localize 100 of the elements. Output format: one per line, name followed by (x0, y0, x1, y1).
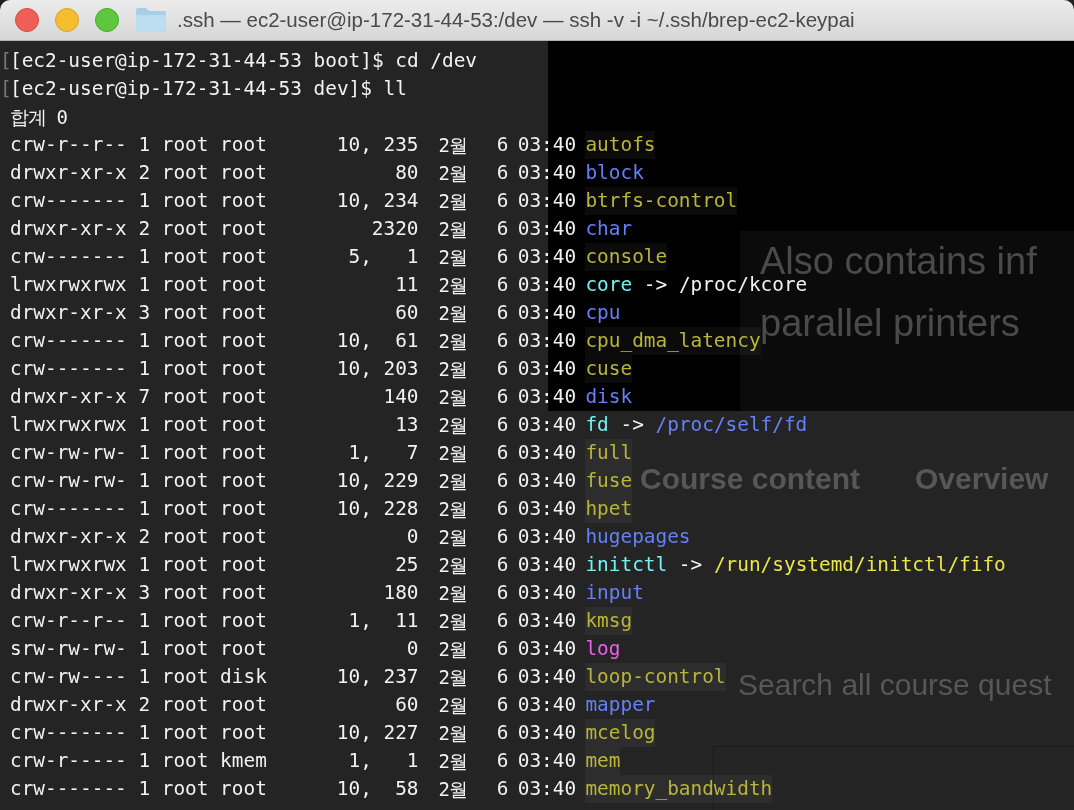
day-text: 6 (495, 552, 509, 578)
day-text: 6 (495, 664, 509, 690)
month-text: 2월 (438, 301, 467, 326)
link-target: /run/systemd/initctl/fifo (713, 552, 1006, 578)
shell-command: cd /dev (395, 48, 477, 74)
minimize-button[interactable] (55, 8, 79, 32)
time-text: 03:40 (517, 440, 577, 466)
file-name: initctl (585, 552, 668, 578)
size-text: 140 (382, 384, 419, 410)
permissions-text: crw-r----- (10, 748, 128, 774)
link-count: 1 (138, 552, 152, 578)
link-count: 1 (138, 776, 152, 802)
link-count: 1 (138, 496, 152, 522)
file-name: memory_bandwidth (585, 775, 773, 803)
day-text: 6 (495, 776, 509, 802)
month-text: 2월 (438, 469, 467, 494)
size-text: 60 (394, 692, 419, 718)
permissions-text: crw------- (10, 356, 128, 382)
month-text: 2월 (438, 665, 467, 690)
link-count: 1 (138, 720, 152, 746)
day-text: 6 (495, 412, 509, 438)
month-text: 2월 (438, 245, 467, 270)
day-text: 6 (495, 356, 509, 382)
file-name: btrfs-control (585, 187, 738, 215)
time-text: 03:40 (517, 636, 577, 662)
group-text: root (220, 384, 267, 410)
owner-text: root (161, 244, 210, 270)
file-name: autofs (585, 131, 656, 159)
link-count: 3 (138, 300, 152, 326)
time-text: 03:40 (517, 300, 577, 326)
permissions-text: drwxr-xr-x (10, 384, 128, 410)
permissions-text: crw------- (10, 720, 128, 746)
owner-text: root (161, 720, 210, 746)
group-text: root (220, 776, 267, 802)
file-name: mcelog (585, 719, 656, 747)
window-title: .ssh — ec2-user@ip-172-31-44-53:/dev — ssh -v -i ~/.ssh/brep-ec2-keypai (177, 8, 855, 32)
month-text: 2월 (438, 189, 467, 214)
day-text: 6 (495, 188, 509, 214)
group-text: root (220, 636, 267, 662)
permissions-text: crw------- (10, 328, 128, 354)
size-text: 0 (405, 636, 419, 662)
time-text: 03:40 (517, 244, 577, 270)
size-text: 80 (394, 160, 419, 186)
link-count: 1 (138, 132, 152, 158)
shell-command: ll (383, 76, 407, 102)
shell-prompt: [ec2-user@ip-172-31-44-53 dev]$ (10, 76, 372, 102)
group-text: root (220, 272, 267, 298)
month-text: 2월 (438, 329, 467, 354)
line-mark: [ (0, 48, 10, 74)
time-text: 03:40 (517, 188, 577, 214)
size-text: 13 (394, 412, 419, 438)
maximize-button[interactable] (95, 8, 119, 32)
close-button[interactable] (15, 8, 39, 32)
permissions-text: crw-rw-rw- (10, 468, 128, 494)
group-text: root (220, 188, 267, 214)
file-name: hpet (585, 495, 633, 523)
owner-text: root (161, 748, 210, 774)
owner-text: root (161, 580, 210, 606)
day-text: 6 (495, 496, 509, 522)
permissions-text: crw------- (10, 244, 128, 270)
permissions-text: drwxr-xr-x (10, 692, 128, 718)
line-mark: [ (0, 76, 10, 102)
permissions-text: lrwxrwxrwx (10, 272, 128, 298)
file-name: cpu (585, 300, 621, 326)
file-name: input (585, 580, 644, 606)
group-text: root (220, 160, 267, 186)
day-text: 6 (495, 132, 509, 158)
time-text: 03:40 (517, 664, 577, 690)
owner-text: root (161, 440, 210, 466)
link-count: 1 (138, 636, 152, 662)
link-count: 2 (138, 524, 152, 550)
owner-text: root (161, 664, 210, 690)
time-text: 03:40 (517, 608, 577, 634)
time-text: 03:40 (517, 328, 577, 354)
size-text: 0 (405, 524, 419, 550)
file-name: cuse (585, 355, 633, 383)
size-text: 10, 235 (335, 132, 419, 158)
time-text: 03:40 (517, 412, 577, 438)
owner-text: root (161, 356, 210, 382)
month-text: 2월 (438, 553, 467, 578)
owner-text: root (161, 300, 210, 326)
owner-text: root (161, 608, 210, 634)
day-text: 6 (495, 440, 509, 466)
time-text: 03:40 (517, 524, 577, 550)
group-text: root (220, 244, 267, 270)
month-text: 2월 (438, 637, 467, 662)
permissions-text: drwxr-xr-x (10, 300, 128, 326)
size-text: 10, 203 (335, 356, 419, 382)
month-text: 2월 (438, 385, 467, 410)
permissions-text: crw-rw-rw- (10, 440, 128, 466)
month-text: 2월 (438, 581, 467, 606)
owner-text: root (161, 272, 210, 298)
day-text: 6 (495, 468, 509, 494)
link-arrow: -> (643, 272, 668, 298)
day-text: 6 (495, 328, 509, 354)
permissions-text: crw------- (10, 776, 128, 802)
file-name: loop-control (585, 663, 726, 691)
size-text: 10, 237 (335, 664, 419, 690)
month-text: 2월 (438, 777, 467, 802)
group-text: root (220, 328, 267, 354)
